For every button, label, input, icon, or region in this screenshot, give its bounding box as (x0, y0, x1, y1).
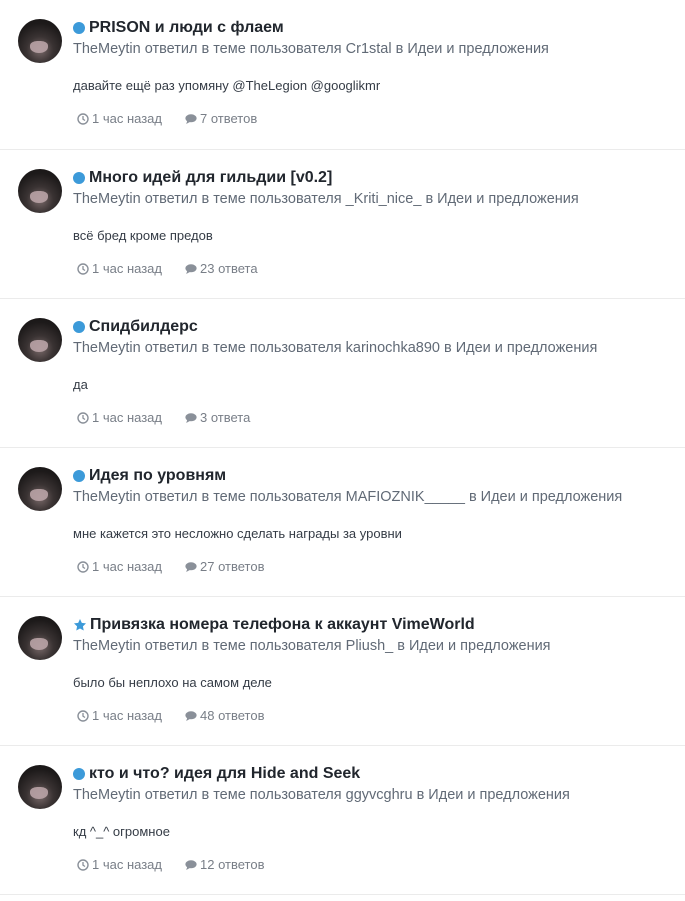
clock-icon (77, 560, 89, 573)
post-snippet: кд ^_^ огромное (73, 824, 170, 839)
activity-item: Идея по уровням TheMeytin ответил в теме… (0, 448, 685, 597)
topic-title[interactable]: кто и что? идея для Hide and Seek (89, 765, 360, 783)
activity-stats: 1 час назад 23 ответа (77, 261, 258, 276)
topic-title[interactable]: Много идей для гильдии [v0.2] (89, 169, 332, 187)
topic-title-row: Привязка номера телефона к аккаунт VimeW… (73, 616, 475, 634)
activity-stats: 1 час назад 3 ответа (77, 410, 250, 425)
clock-icon (77, 112, 89, 125)
post-snippet: давайте ещё раз упомяну @TheLegion @goog… (73, 78, 381, 93)
avatar[interactable] (18, 616, 62, 660)
activity-item: кто и что? идея для Hide and Seek TheMey… (0, 746, 685, 895)
activity-meta: TheMeytin ответил в теме пользователя _K… (73, 191, 579, 207)
time-text: 1 час назад (92, 708, 162, 723)
comment-icon (185, 859, 197, 870)
comment-icon (185, 412, 197, 423)
avatar[interactable] (18, 467, 62, 511)
post-snippet: было бы неплохо на самом деле (73, 675, 272, 690)
replies-stat: 7 ответов (185, 111, 257, 126)
replies-stat: 12 ответов (185, 857, 264, 872)
replies-stat: 23 ответа (185, 261, 258, 276)
activity-stats: 1 час назад 48 ответов (77, 708, 264, 723)
time-stat: 1 час назад (77, 708, 162, 723)
activity-item: Привязка номера телефона к аккаунт VimeW… (0, 597, 685, 746)
replies-text: 7 ответов (200, 111, 258, 126)
unread-dot-icon (73, 470, 85, 482)
time-text: 1 час назад (92, 410, 162, 425)
comment-icon (185, 113, 197, 124)
time-stat: 1 час назад (77, 111, 162, 126)
replies-text: 23 ответа (200, 261, 258, 276)
featured-star-icon (73, 619, 87, 631)
activity-meta: TheMeytin ответил в теме пользователя ka… (73, 340, 598, 356)
time-text: 1 час назад (92, 857, 162, 872)
comment-icon (185, 710, 197, 721)
post-snippet: мне кажется это несложно сделать награды… (73, 526, 402, 541)
replies-text: 48 ответов (200, 708, 265, 723)
avatar[interactable] (18, 318, 62, 362)
avatar[interactable] (18, 765, 62, 809)
post-snippet: всё бред кроме предов (73, 228, 213, 243)
replies-stat: 27 ответов (185, 559, 264, 574)
activity-feed: PRISON и люди с флаем TheMeytin ответил … (0, 0, 685, 895)
activity-stats: 1 час назад 12 ответов (77, 857, 264, 872)
activity-meta: TheMeytin ответил в теме пользователя Cr… (73, 41, 549, 57)
replies-stat: 3 ответа (185, 410, 250, 425)
replies-text: 12 ответов (200, 857, 265, 872)
topic-title-row: PRISON и люди с флаем (73, 19, 284, 37)
post-snippet: да (73, 377, 88, 392)
time-text: 1 час назад (92, 559, 162, 574)
activity-item: Спидбилдерс TheMeytin ответил в теме пол… (0, 299, 685, 448)
topic-title-row: Много идей для гильдии [v0.2] (73, 169, 332, 187)
topic-title[interactable]: PRISON и люди с флаем (89, 19, 284, 37)
topic-title-row: Идея по уровням (73, 467, 226, 485)
comment-icon (185, 561, 197, 572)
activity-meta: TheMeytin ответил в теме пользователя MA… (73, 489, 623, 505)
topic-title[interactable]: Привязка номера телефона к аккаунт VimeW… (90, 616, 475, 634)
comment-icon (185, 263, 197, 274)
topic-title[interactable]: Идея по уровням (89, 467, 226, 485)
activity-item: Много идей для гильдии [v0.2] TheMeytin … (0, 150, 685, 299)
activity-meta: TheMeytin ответил в теме пользователя Pl… (73, 638, 551, 654)
unread-dot-icon (73, 22, 85, 34)
time-stat: 1 час назад (77, 857, 162, 872)
time-stat: 1 час назад (77, 410, 162, 425)
unread-dot-icon (73, 768, 85, 780)
topic-title-row: Спидбилдерс (73, 318, 198, 336)
activity-stats: 1 час назад 7 ответов (77, 111, 257, 126)
replies-stat: 48 ответов (185, 708, 264, 723)
activity-stats: 1 час назад 27 ответов (77, 559, 264, 574)
avatar[interactable] (18, 19, 62, 63)
clock-icon (77, 709, 89, 722)
topic-title[interactable]: Спидбилдерс (89, 318, 198, 336)
activity-meta: TheMeytin ответил в теме пользователя gg… (73, 787, 570, 803)
avatar[interactable] (18, 169, 62, 213)
time-text: 1 час назад (92, 261, 162, 276)
replies-text: 3 ответа (200, 410, 251, 425)
replies-text: 27 ответов (200, 559, 265, 574)
unread-dot-icon (73, 172, 85, 184)
time-text: 1 час назад (92, 111, 162, 126)
clock-icon (77, 262, 89, 275)
time-stat: 1 час назад (77, 261, 162, 276)
activity-item: PRISON и люди с флаем TheMeytin ответил … (0, 0, 685, 150)
clock-icon (77, 858, 89, 871)
topic-title-row: кто и что? идея для Hide and Seek (73, 765, 360, 783)
clock-icon (77, 411, 89, 424)
unread-dot-icon (73, 321, 85, 333)
time-stat: 1 час назад (77, 559, 162, 574)
